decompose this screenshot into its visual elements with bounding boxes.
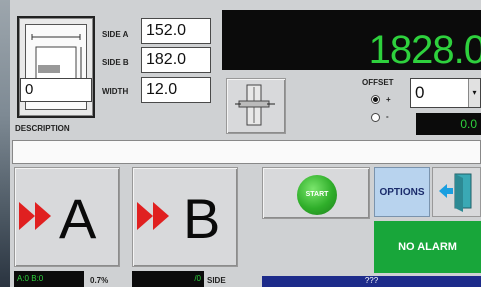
offset-readout: 0.0 (416, 113, 481, 135)
side-b-label: SIDE B (102, 58, 129, 67)
exit-door-icon (439, 173, 472, 212)
counter-status: A:0 B:0 (14, 271, 84, 287)
side-counter: /0 (132, 271, 204, 287)
offset-select[interactable]: 0 ▾ (410, 78, 481, 108)
caliper-icon (235, 84, 275, 126)
measurement-display: 1828.0 (222, 10, 481, 72)
side-a-button[interactable]: A (14, 167, 120, 267)
side-counter-label: SIDE (207, 276, 226, 285)
double-arrow-right-icon (137, 202, 169, 230)
alarm-status: NO ALARM (374, 221, 481, 273)
description-bar[interactable] (12, 140, 481, 164)
offset-plus-label: + (386, 95, 391, 104)
offset-minus-label: - (386, 112, 389, 121)
message-bar: ??? (262, 276, 481, 287)
background-photo-edge (0, 0, 10, 287)
chevron-down-icon[interactable]: ▾ (468, 79, 480, 107)
counter-percent: 0.7% (90, 276, 109, 285)
offset-label: OFFSET (362, 78, 394, 87)
caliper-tool-button[interactable] (226, 78, 286, 134)
side-a-input[interactable]: 152.0 (141, 18, 211, 44)
offset-value: 0 (415, 83, 425, 102)
diagram-value-field[interactable]: 0 (20, 78, 92, 102)
start-button[interactable]: START (262, 167, 370, 219)
options-button[interactable]: OPTIONS (374, 167, 430, 217)
offset-minus-radio[interactable] (371, 113, 380, 122)
description-label: DESCRIPTION (15, 124, 70, 133)
measurement-value: 1828.0 (368, 28, 481, 72)
width-input[interactable]: 12.0 (141, 77, 211, 103)
side-b-button[interactable]: B (132, 167, 238, 267)
profile-diagram[interactable] (17, 16, 95, 118)
start-button-label: START (297, 175, 337, 215)
side-a-label: SIDE A (102, 30, 129, 39)
exit-button[interactable] (432, 167, 481, 217)
side-b-button-label: B (183, 187, 221, 250)
width-label: WIDTH (102, 87, 129, 96)
offset-plus-radio[interactable] (371, 95, 380, 104)
side-b-input[interactable]: 182.0 (141, 47, 211, 73)
double-arrow-right-icon (19, 202, 51, 230)
side-a-button-label: A (59, 187, 97, 250)
